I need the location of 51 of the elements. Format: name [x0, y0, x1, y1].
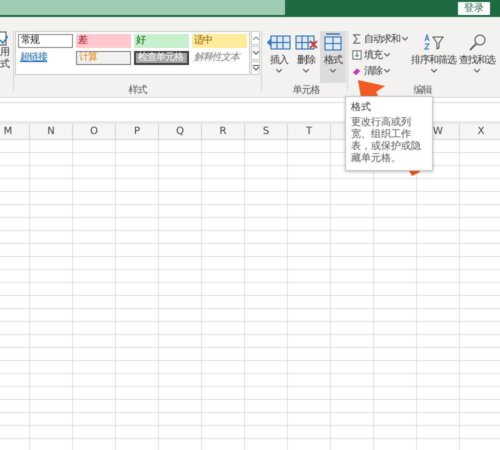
ribbon-button[interactable]: 排序和筛选 [410, 31, 457, 83]
column-header[interactable]: T [288, 124, 331, 139]
column-header[interactable]: N [30, 124, 73, 139]
ribbon-button[interactable]: 自动求和 [351, 31, 409, 46]
ribbon-button[interactable]: 格式 [320, 31, 346, 83]
login-button[interactable]: 登录 [458, 2, 490, 15]
caret-down-icon [474, 69, 480, 73]
cell-style-item[interactable]: 超链接 [18, 51, 73, 65]
cell-style-item[interactable]: 解释性文本 [192, 51, 247, 65]
caret-up-icon [252, 36, 258, 40]
delete-cells-icon [294, 33, 318, 51]
ribbon-button[interactable]: 删除 [293, 31, 319, 83]
caret-down-icon [384, 52, 390, 56]
caret-down-icon [430, 69, 436, 73]
column-header[interactable]: P [116, 124, 159, 139]
ribbon-button[interactable]: 查找和选 [458, 31, 496, 83]
tooltip-title: 格式 [351, 100, 372, 114]
caret-down-icon [402, 36, 408, 40]
column-header[interactable]: S [245, 124, 288, 139]
scroll-up-button[interactable] [251, 31, 260, 45]
caret-down-icon [303, 69, 309, 73]
fill-down-icon [352, 50, 362, 60]
eraser-icon [352, 66, 362, 76]
scroll-down-button[interactable] [251, 46, 260, 60]
button-label[interactable]: 用 [0, 47, 9, 59]
button-label[interactable]: 式 [0, 59, 9, 71]
cell-style-item[interactable]: 好 [134, 34, 189, 48]
ribbon-button[interactable]: 填充 [351, 47, 409, 62]
ribbon-button[interactable]: 清除 [351, 63, 409, 78]
expand-icon [252, 65, 258, 71]
table-format-icon[interactable] [0, 31, 8, 47]
column-header[interactable]: Q [159, 124, 202, 139]
caret-down-icon [384, 68, 390, 72]
column-header[interactable]: X [460, 124, 500, 139]
sigma-icon [352, 34, 362, 44]
cell-style-item[interactable]: 适中 [192, 34, 247, 48]
sort-filter-icon [422, 33, 446, 51]
cell-style-item[interactable]: 差 [76, 34, 131, 48]
caret-down-icon [276, 69, 282, 73]
more-button[interactable] [251, 61, 260, 75]
group-label: 单元格 [292, 84, 320, 97]
ribbon-button[interactable]: 插入 [266, 31, 292, 83]
caret-down-icon [252, 51, 258, 55]
group-label: 编辑 [414, 84, 432, 97]
insert-cells-icon [267, 33, 291, 51]
column-header[interactable]: R [202, 124, 245, 139]
group-label: 样式 [128, 84, 146, 97]
column-header[interactable]: O [73, 124, 116, 139]
cell-style-item[interactable]: 常规 [18, 34, 73, 48]
caret-down-icon [330, 69, 336, 73]
column-header[interactable]: M [0, 124, 30, 139]
